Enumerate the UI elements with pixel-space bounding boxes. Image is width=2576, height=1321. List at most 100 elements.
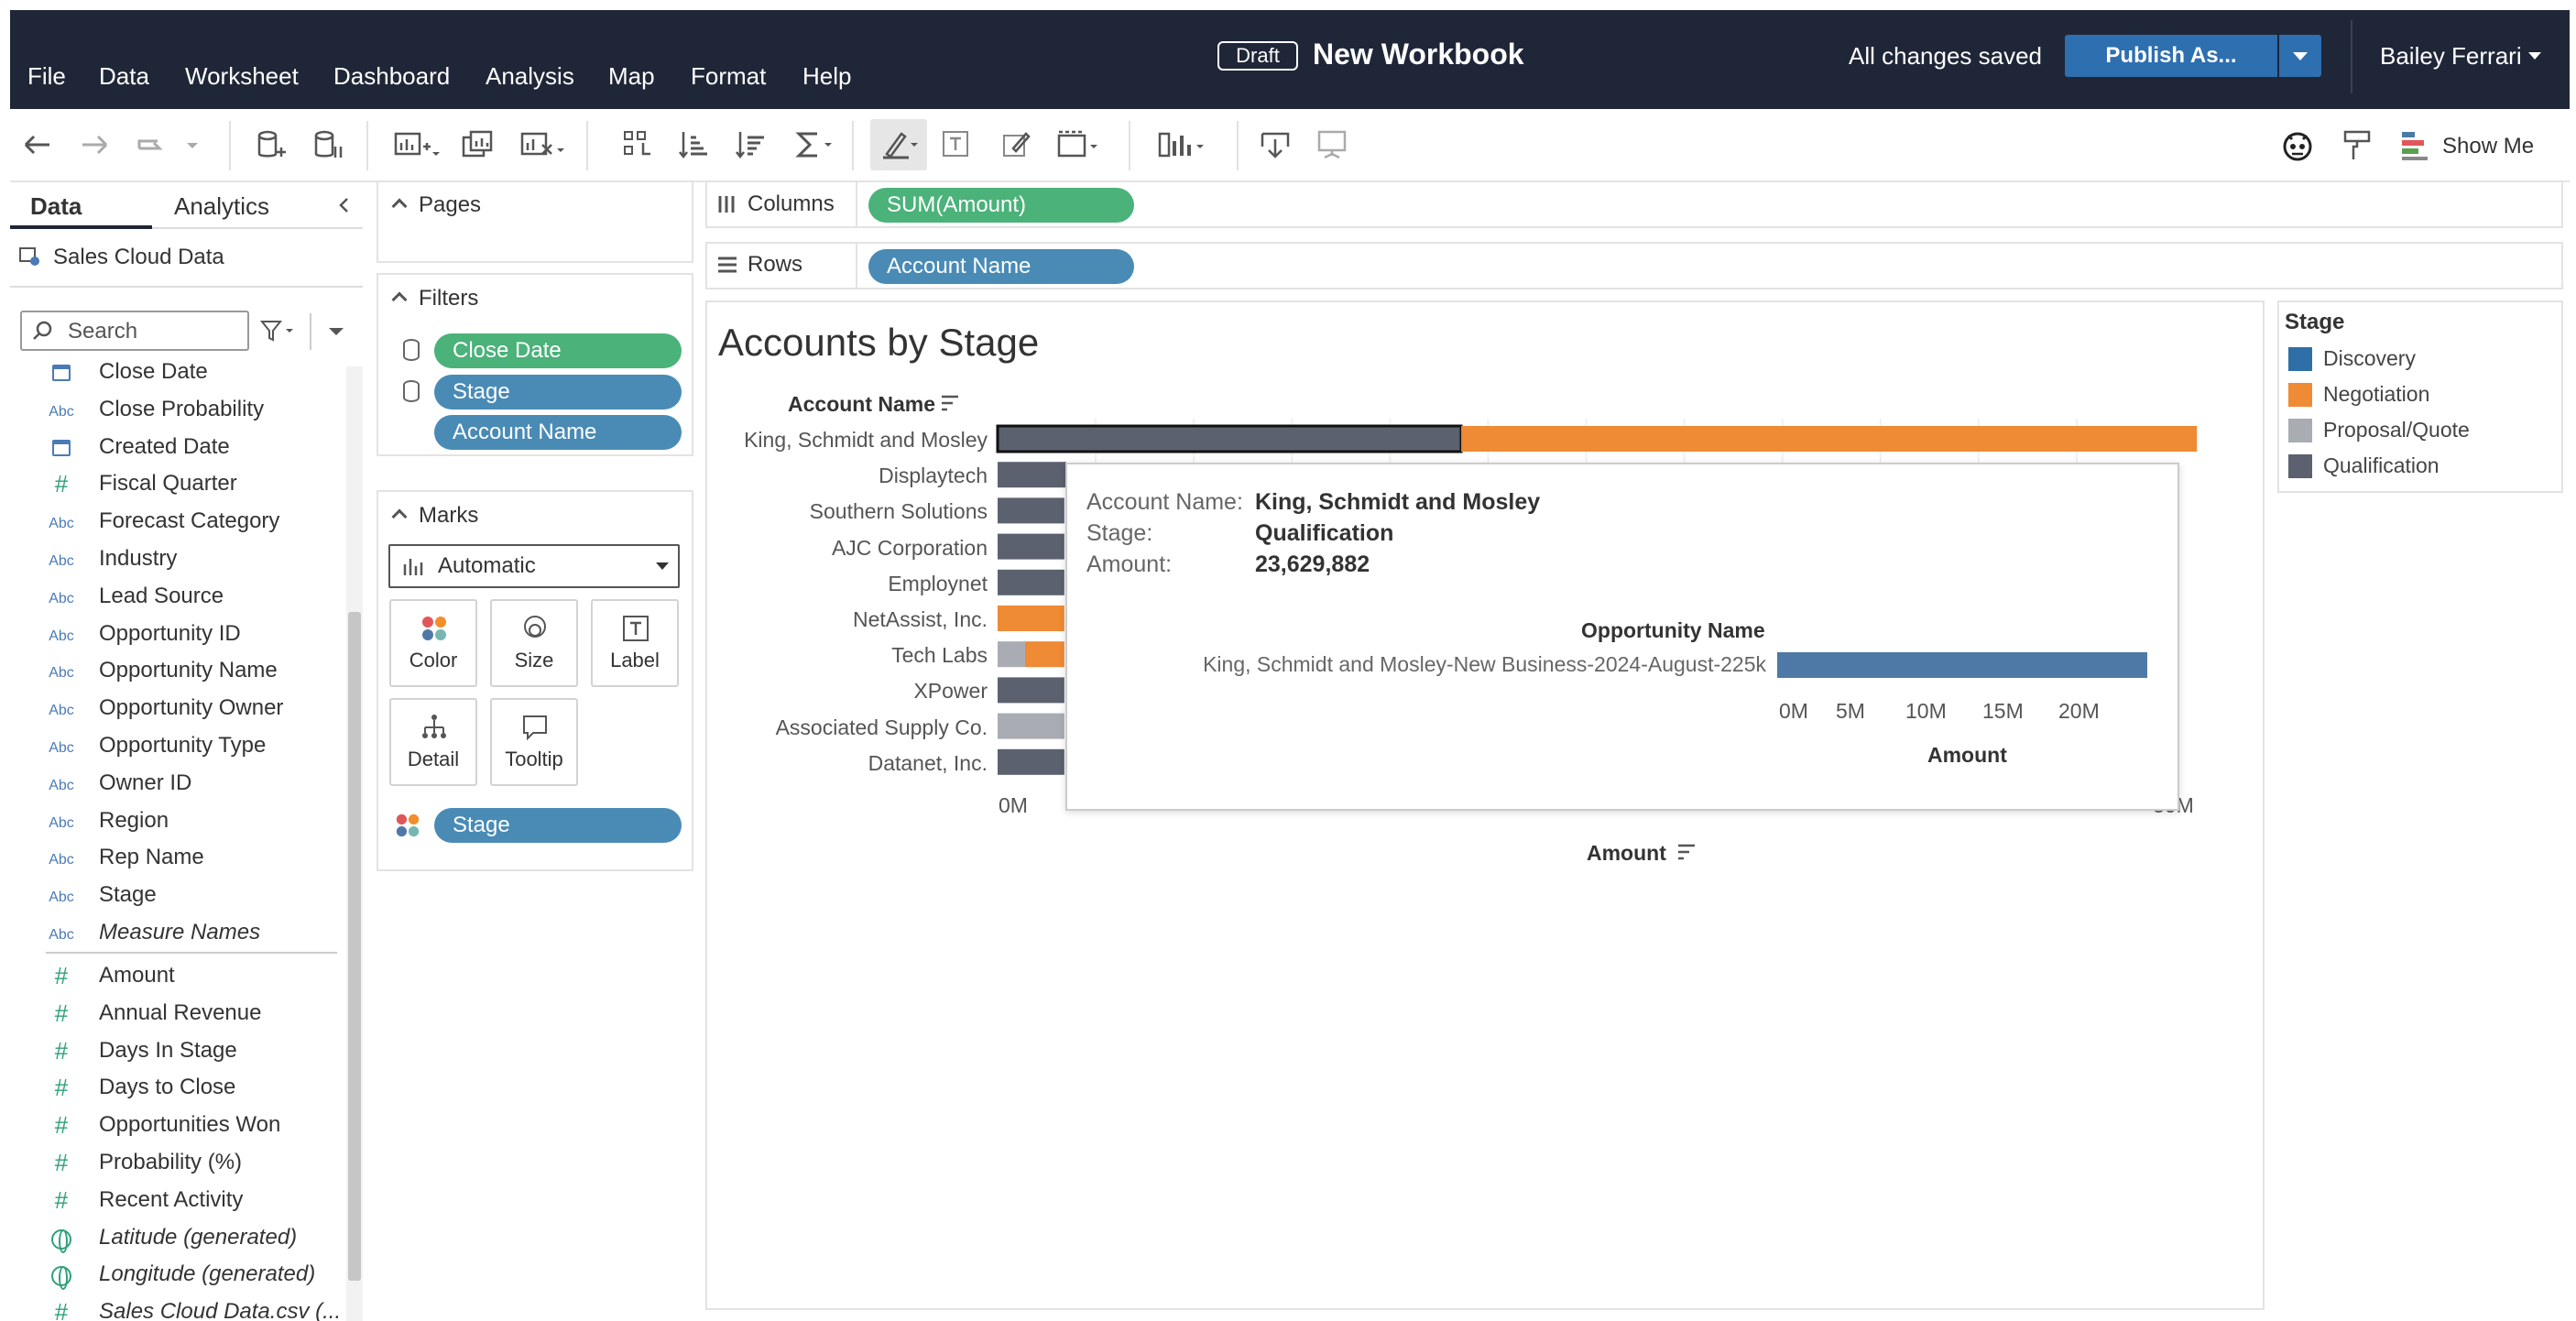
workbook-title[interactable]: New Workbook	[1313, 38, 1524, 71]
einstein-icon[interactable]	[2279, 126, 2316, 163]
redo-icon[interactable]	[77, 126, 114, 163]
scrollbar-thumb[interactable]	[348, 612, 361, 1281]
y-category-label[interactable]: XPower	[913, 679, 988, 704]
show-labels-icon[interactable]	[938, 126, 975, 163]
y-category-label[interactable]: Southern Solutions	[810, 499, 988, 524]
y-category-label[interactable]: King, Schmidt and Mosley	[744, 428, 988, 453]
legend-swatch-proposal[interactable]	[2288, 419, 2312, 442]
field-item[interactable]: Forecast Category	[99, 508, 279, 534]
filter-pill-stage[interactable]: Stage	[434, 375, 682, 409]
legend-swatch-discovery[interactable]	[2288, 347, 2312, 371]
pane-menu-icon[interactable]	[326, 324, 346, 339]
filter-fields-icon[interactable]	[260, 318, 297, 344]
field-item[interactable]: Longitude (generated)	[99, 1261, 315, 1287]
field-item[interactable]: Region	[99, 808, 169, 834]
field-item[interactable]: Opportunity Name	[99, 658, 278, 683]
paint-roller-icon[interactable]	[2340, 126, 2376, 163]
y-axis-header[interactable]: Account Name	[788, 392, 935, 417]
legend-label-discovery[interactable]: Discovery	[2323, 346, 2416, 371]
menu-file[interactable]: File	[27, 62, 66, 91]
totals-icon[interactable]	[791, 126, 839, 163]
legend-label-qualification[interactable]: Qualification	[2323, 453, 2440, 478]
filter-pill-close-date[interactable]: Close Date	[434, 333, 682, 368]
field-item[interactable]: Days In Stage	[99, 1038, 237, 1064]
field-item[interactable]: Stage	[99, 882, 157, 908]
field-item[interactable]: Probability (%)	[99, 1150, 242, 1175]
legend-label-negotiation[interactable]: Negotiation	[2323, 382, 2429, 407]
x-axis-title[interactable]: Amount	[1587, 841, 1666, 866]
tab-analytics[interactable]: Analytics	[174, 192, 269, 221]
field-item[interactable]: Opportunity Type	[99, 733, 266, 759]
size-button[interactable]: Size	[490, 599, 578, 687]
user-caret-icon[interactable]	[2528, 52, 2541, 60]
menu-map[interactable]: Map	[608, 62, 655, 91]
legend-swatch-negotiation[interactable]	[2288, 383, 2312, 407]
publish-button[interactable]: Publish As...	[2065, 35, 2277, 77]
y-category-label[interactable]: Employnet	[888, 572, 988, 596]
collapse-pane-icon[interactable]	[333, 194, 355, 216]
publish-dropdown-button[interactable]	[2279, 35, 2321, 77]
datasource-name[interactable]: Sales Cloud Data	[53, 245, 224, 270]
y-category-label[interactable]: Datanet, Inc.	[868, 751, 988, 776]
user-menu[interactable]: Bailey Ferrari	[2380, 42, 2522, 71]
y-category-label[interactable]: AJC Corporation	[832, 536, 988, 561]
clear-sheet-icon[interactable]	[518, 126, 566, 163]
rows-pill-account-name[interactable]: Account Name	[868, 249, 1134, 284]
field-item[interactable]: Measure Names	[99, 920, 260, 945]
field-item[interactable]: Opportunity Owner	[99, 695, 283, 721]
share-icon[interactable]	[1314, 126, 1350, 163]
color-button[interactable]: Color	[389, 599, 477, 687]
field-item[interactable]: Days to Close	[99, 1075, 235, 1100]
format-workbook-icon[interactable]	[999, 126, 1035, 163]
y-sort-icon[interactable]	[940, 394, 960, 412]
menu-analysis[interactable]: Analysis	[486, 62, 574, 91]
undo-icon[interactable]	[18, 126, 55, 163]
sort-ascending-icon[interactable]	[676, 126, 713, 163]
presentation-mode-icon[interactable]	[1156, 126, 1215, 163]
menu-dashboard[interactable]: Dashboard	[333, 62, 450, 91]
replay-icon[interactable]	[134, 126, 170, 163]
menu-help[interactable]: Help	[802, 62, 851, 91]
menu-worksheet[interactable]: Worksheet	[185, 62, 299, 91]
y-category-label[interactable]: NetAssist, Inc.	[853, 607, 988, 632]
show-me-icon[interactable]	[2398, 126, 2435, 163]
new-worksheet-icon[interactable]	[392, 126, 440, 163]
field-item[interactable]: Close Date	[99, 359, 208, 385]
field-item[interactable]: Close Probability	[99, 397, 264, 422]
field-item[interactable]: Created Date	[99, 434, 230, 460]
highlight-icon[interactable]	[878, 126, 925, 163]
replay-dropdown-icon[interactable]	[180, 126, 205, 163]
fit-icon[interactable]	[1053, 126, 1105, 163]
columns-pill-sum-amount[interactable]: SUM(Amount)	[868, 188, 1134, 223]
legend-label-proposal[interactable]: Proposal/Quote	[2323, 418, 2470, 442]
sort-descending-icon[interactable]	[733, 126, 770, 163]
field-item[interactable]: Opportunity ID	[99, 621, 241, 647]
field-item[interactable]: Recent Activity	[99, 1187, 243, 1213]
field-item[interactable]: Amount	[99, 963, 175, 988]
field-item[interactable]: Lead Source	[99, 584, 224, 609]
field-item[interactable]: Fiscal Quarter	[99, 471, 237, 497]
legend-swatch-qualification[interactable]	[2288, 454, 2312, 478]
field-item[interactable]: Industry	[99, 546, 177, 572]
download-icon[interactable]	[1257, 126, 1293, 163]
field-item[interactable]: Annual Revenue	[99, 1000, 261, 1026]
tooltip-button[interactable]: Tooltip	[490, 698, 578, 786]
filter-pill-account-name[interactable]: Account Name	[434, 415, 682, 450]
pause-updates-icon[interactable]	[310, 126, 346, 163]
label-button[interactable]: Label	[591, 599, 679, 687]
tab-data[interactable]: Data	[30, 192, 82, 221]
field-item[interactable]: Sales Cloud Data.csv (...	[99, 1299, 341, 1321]
menu-data[interactable]: Data	[99, 62, 149, 91]
color-pill-stage[interactable]: Stage	[434, 808, 682, 843]
field-item[interactable]: Owner ID	[99, 770, 191, 796]
y-category-label[interactable]: Associated Supply Co.	[776, 715, 988, 740]
menu-format[interactable]: Format	[691, 62, 766, 91]
y-category-label[interactable]: Displaytech	[879, 464, 988, 488]
field-item[interactable]: Latitude (generated)	[99, 1225, 297, 1250]
field-item[interactable]: Opportunities Won	[99, 1112, 280, 1138]
y-category-label[interactable]: Tech Labs	[891, 643, 988, 668]
field-item[interactable]: Rep Name	[99, 845, 204, 870]
show-me-button[interactable]: Show Me	[2442, 134, 2534, 159]
swap-rows-columns-icon[interactable]	[619, 126, 656, 163]
duplicate-sheet-icon[interactable]	[460, 126, 497, 163]
